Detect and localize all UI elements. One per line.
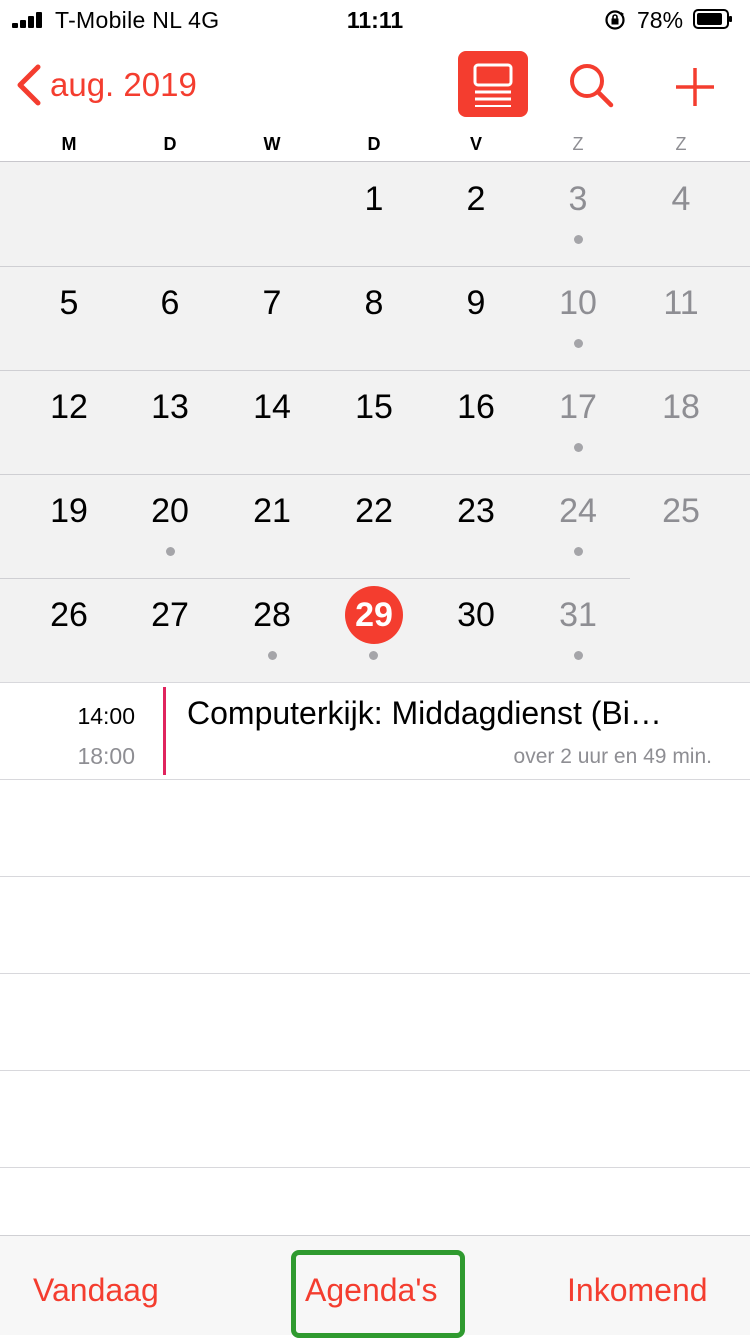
status-bar: T-Mobile NL 4G 11:11 78% — [0, 0, 750, 40]
day-cell[interactable]: 19 — [29, 492, 109, 531]
event-title: Computerkijk: Middagdienst (Bi… — [187, 695, 662, 731]
day-cell[interactable]: 2 — [436, 180, 516, 219]
day-cell[interactable]: 26 — [29, 596, 109, 635]
day-cell[interactable]: 6 — [130, 284, 210, 323]
event-end-time: 18:00 — [77, 743, 135, 769]
weekday-label: M — [61, 134, 77, 154]
divider — [0, 876, 750, 877]
event-indicator-dot — [369, 651, 378, 660]
day-cell[interactable]: 13 — [130, 388, 210, 427]
month-grid: 1 2 3 4 5 6 7 8 9 10 11 12 13 14 15 16 1… — [0, 162, 750, 682]
weekday-label: V — [469, 134, 482, 154]
weekday-header: M D W D V Z Z — [0, 130, 750, 162]
list-view-button[interactable] — [458, 51, 528, 117]
chevron-left-icon — [17, 64, 41, 106]
day-cell[interactable]: 11 — [641, 284, 721, 323]
month-title: aug. 2019 — [50, 66, 197, 103]
divider — [0, 370, 750, 371]
inbox-button[interactable]: Inkomend — [567, 1272, 708, 1309]
day-cell[interactable]: 10 — [538, 284, 618, 323]
day-cell[interactable]: 17 — [538, 388, 618, 427]
weekday-label: Z — [675, 134, 687, 154]
day-cell[interactable]: 27 — [130, 596, 210, 635]
day-cell[interactable]: 28 — [232, 596, 312, 635]
divider — [0, 1070, 750, 1071]
event-start-time: 14:00 — [77, 703, 135, 729]
day-cell[interactable]: 25 — [641, 492, 721, 531]
event-indicator-dot — [574, 235, 583, 244]
weekday-label: W — [263, 134, 281, 154]
event-row[interactable]: 14:00 18:00 Computerkijk: Middagdienst (… — [0, 683, 750, 779]
weekday-label: Z — [572, 134, 584, 154]
day-cell[interactable]: 3 — [538, 180, 618, 219]
search-icon[interactable] — [566, 60, 616, 110]
day-cell[interactable]: 1 — [334, 180, 414, 219]
event-indicator-dot — [268, 651, 277, 660]
day-cell[interactable]: 5 — [29, 284, 109, 323]
list-icon — [473, 63, 513, 107]
day-cell[interactable]: 9 — [436, 284, 516, 323]
day-cell[interactable]: 21 — [232, 492, 312, 531]
event-indicator-dot — [166, 547, 175, 556]
navigation-bar: aug. 2019 — [0, 40, 750, 130]
day-cell[interactable]: 14 — [232, 388, 312, 427]
today-button[interactable]: Vandaag — [33, 1272, 159, 1309]
weekday-label: D — [163, 134, 177, 154]
divider — [0, 779, 750, 780]
day-cell[interactable]: 7 — [232, 284, 312, 323]
event-indicator-dot — [574, 651, 583, 660]
calendars-button[interactable]: Agenda's — [305, 1272, 437, 1309]
day-cell-today[interactable]: 29 — [334, 596, 414, 635]
battery-percentage: 78% — [637, 7, 684, 33]
weekday-label: D — [367, 134, 381, 154]
day-cell[interactable]: 4 — [641, 180, 721, 219]
battery-icon — [693, 9, 732, 29]
day-cell[interactable]: 22 — [334, 492, 414, 531]
day-cell[interactable]: 31 — [538, 596, 618, 635]
bottom-toolbar: Vandaag Agenda's Inkomend — [0, 1235, 750, 1338]
divider — [0, 973, 750, 974]
rotation-lock-icon — [605, 10, 625, 30]
calendar-color-bar — [163, 687, 166, 775]
day-cell[interactable]: 24 — [538, 492, 618, 531]
day-cell[interactable]: 8 — [334, 284, 414, 323]
divider — [0, 578, 630, 579]
day-cell[interactable]: 30 — [436, 596, 516, 635]
day-cell[interactable]: 12 — [29, 388, 109, 427]
day-cell[interactable]: 23 — [436, 492, 516, 531]
divider — [0, 266, 750, 267]
divider — [0, 474, 750, 475]
add-event-icon[interactable] — [670, 62, 720, 112]
day-cell[interactable]: 15 — [334, 388, 414, 427]
event-indicator-dot — [574, 547, 583, 556]
day-cell[interactable]: 16 — [436, 388, 516, 427]
event-list: 14:00 18:00 Computerkijk: Middagdienst (… — [0, 682, 750, 1236]
event-countdown: over 2 uur en 49 min. — [513, 745, 712, 768]
divider — [0, 1167, 750, 1168]
day-cell[interactable]: 20 — [130, 492, 210, 531]
event-indicator-dot — [574, 339, 583, 348]
back-to-year-button[interactable]: aug. 2019 — [14, 62, 197, 108]
event-indicator-dot — [574, 443, 583, 452]
day-cell[interactable]: 18 — [641, 388, 721, 427]
